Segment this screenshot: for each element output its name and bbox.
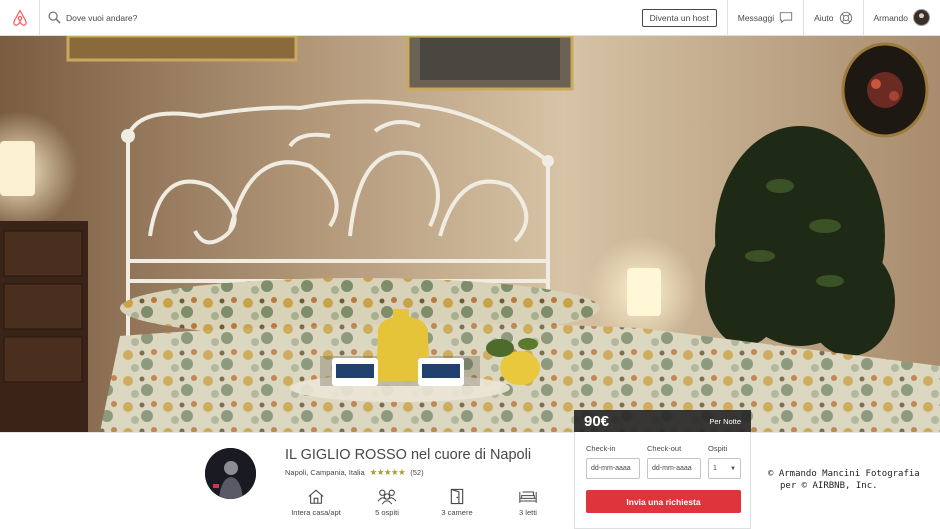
guests-label: Ospiti [708,444,728,453]
send-request-button[interactable]: Invia una richiesta [586,490,741,513]
guests-value: 1 [713,465,717,472]
photo-credit: © Armando Mancini Fotografia per © AIRBN… [768,468,920,492]
search-icon [48,11,61,24]
guests-select[interactable]: 1 ▼ [708,458,741,479]
airbnb-logo-icon [12,8,27,26]
credit-line-1: © Armando Mancini Fotografia [768,469,920,479]
checkout-label: Check-out [647,444,682,453]
house-icon [308,489,324,504]
hero-photo[interactable] [0,36,940,432]
airbnb-logo[interactable] [0,0,40,36]
host-photo-icon [205,448,256,499]
review-count[interactable]: (52) [410,468,423,477]
lifebuoy-icon [839,11,852,24]
nightly-price: 90€ [584,412,610,430]
guests-icon [377,489,397,505]
bed-icon [519,491,537,503]
nav-messages[interactable]: Messaggi [726,0,803,36]
chevron-down-icon: ▼ [730,466,736,472]
checkin-input[interactable]: dd-mm-aaaa [586,458,640,479]
top-nav: Dove vuoi andare? Diventa un host Messag… [0,0,940,36]
bedroom-photo-illustration [0,36,940,432]
amenity-bedrooms: 3 camere [422,488,492,517]
checkin-label: Check-in [586,444,616,453]
door-icon [450,488,464,505]
help-label: Aiuto [814,12,834,23]
per-night-label: Per Notte [709,416,741,426]
host-avatar[interactable] [205,448,256,499]
star-rating-icon: ★★★★★ [369,467,406,477]
nav-user-menu[interactable]: Armando [862,0,940,36]
listing-location[interactable]: Napoli, Campania, Italia [285,468,365,477]
become-host-button[interactable]: Diventa un host [641,8,717,27]
amenity-label: Intera casa/apt [291,508,341,517]
user-avatar [913,9,930,26]
booking-widget: Check-in Check-out Ospiti dd-mm-aaaa dd-… [574,432,751,529]
nav-help[interactable]: Aiuto [803,0,862,36]
amenity-guests: 5 ospiti [352,488,422,517]
price-banner: 90€ Per Notte [574,410,751,432]
checkout-input[interactable]: dd-mm-aaaa [647,458,701,479]
listing-location-row: Napoli, Campania, Italia ★★★★★ (52) [285,467,424,478]
credit-line-2: per © AIRBNB, Inc. [780,481,878,491]
amenity-beds: 3 letti [493,488,563,517]
listing-title: IL GIGLIO ROSSO nel cuore di Napoli [285,447,532,463]
amenity-room-type: Intera casa/apt [281,488,351,517]
search-input[interactable]: Dove vuoi andare? [66,13,137,23]
amenity-label: 5 ospiti [375,508,399,517]
messages-label: Messaggi [737,12,775,23]
amenity-label: 3 camere [441,508,473,517]
user-name: Armando [873,12,909,23]
chat-bubble-icon [779,12,793,24]
amenity-label: 3 letti [519,508,537,517]
search-bar[interactable]: Dove vuoi andare? [40,0,642,36]
